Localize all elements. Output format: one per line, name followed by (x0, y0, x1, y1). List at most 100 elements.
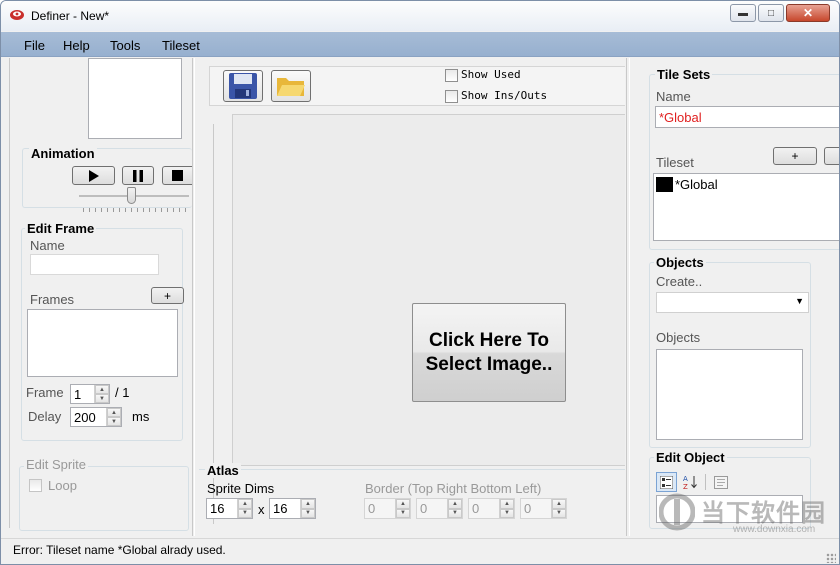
loop-checkbox[interactable] (29, 479, 42, 492)
save-button[interactable] (223, 70, 263, 102)
frame-total: / 1 (115, 385, 130, 400)
tileset-name-input[interactable]: *Global (655, 106, 839, 128)
loop-label: Loop (48, 478, 77, 493)
border-top-stepper[interactable]: 0 ▲ ▼ (364, 498, 411, 519)
menu-tileset[interactable]: Tileset (162, 38, 200, 53)
categorized-view-button[interactable] (656, 472, 677, 492)
close-icon: ✕ (802, 6, 814, 20)
status-bar: Error: Tileset name *Global alrady used. (1, 538, 839, 564)
minimize-button[interactable]: ▬ (730, 4, 756, 22)
stop-icon (172, 170, 183, 181)
frame-name-input[interactable] (30, 254, 159, 275)
border-right-arrows[interactable]: ▲ ▼ (447, 499, 462, 518)
delay-unit: ms (132, 409, 150, 424)
delay-arrows[interactable]: ▲ ▼ (106, 408, 121, 426)
up-arrow-icon[interactable]: ▲ (95, 385, 109, 394)
down-arrow-icon[interactable]: ▼ (238, 508, 252, 518)
toolbar-separator (705, 474, 706, 490)
alphabetical-view-button[interactable]: A Z (680, 472, 701, 492)
show-used-checkbox[interactable] (445, 69, 458, 82)
up-arrow-icon[interactable]: ▲ (301, 499, 315, 509)
slider-ticks (83, 208, 189, 212)
border-bottom-arrows[interactable]: ▲ ▼ (499, 499, 514, 518)
tileset-list[interactable]: *Global (653, 173, 839, 241)
add-frame-button[interactable]: + (151, 287, 184, 304)
up-arrow-icon[interactable]: ▲ (448, 499, 462, 509)
sprite-height-stepper[interactable]: 16 ▲ ▼ (269, 498, 316, 519)
animation-slider-thumb[interactable] (127, 187, 136, 204)
right-panel: Tile Sets Name *Global Tileset + *Global… (643, 58, 839, 536)
sprite-height-arrows[interactable]: ▲ ▼ (300, 499, 315, 518)
frame-index-arrows[interactable]: ▲ ▼ (94, 385, 109, 403)
border-left-value: 0 (524, 501, 532, 516)
up-arrow-icon[interactable]: ▲ (238, 499, 252, 509)
up-arrow-icon[interactable]: ▲ (107, 408, 121, 417)
frames-list[interactable] (27, 309, 178, 377)
menu-file[interactable]: File (24, 38, 45, 53)
down-arrow-icon[interactable]: ▼ (107, 417, 121, 426)
maximize-icon: □ (767, 7, 775, 19)
down-arrow-icon[interactable]: ▼ (95, 394, 109, 403)
down-arrow-icon[interactable]: ▼ (500, 508, 514, 518)
frame-index-value: 1 (74, 387, 82, 402)
center-panel: Show Used Show Ins/Outs Click Here To Se… (197, 58, 625, 536)
stop-button[interactable] (162, 166, 192, 185)
watermark-name: 当下软件园 (701, 500, 826, 527)
pause-button[interactable] (122, 166, 154, 185)
border-top-arrows[interactable]: ▲ ▼ (395, 499, 410, 518)
watermark-logo-icon (659, 493, 695, 531)
left-splitter[interactable] (192, 58, 195, 536)
remove-tileset-button[interactable] (824, 147, 839, 165)
select-image-button[interactable]: Click Here To Select Image.. (412, 303, 566, 402)
up-arrow-icon[interactable]: ▲ (396, 499, 410, 509)
sprite-preview (88, 58, 182, 139)
categorized-icon (660, 475, 673, 489)
app-logo-icon (10, 10, 24, 20)
left-scroll-track (9, 58, 11, 528)
play-icon (88, 169, 99, 182)
left-panel: Animation Edit Frame Name Frames + Frame… (9, 58, 192, 536)
tileset-list-item[interactable]: *Global (675, 177, 718, 192)
delay-stepper[interactable]: 200 ▲ ▼ (70, 407, 122, 427)
sprite-height-value: 16 (273, 501, 288, 516)
tileset-color-swatch (656, 177, 673, 192)
title-bar: Definer - New* ▬ □ ✕ (1, 1, 839, 31)
show-ins-outs-label: Show Ins/Outs (461, 89, 548, 102)
right-splitter[interactable] (626, 58, 630, 536)
objects-list[interactable] (656, 349, 803, 440)
resize-grip[interactable] (826, 553, 836, 563)
down-arrow-icon[interactable]: ▼ (448, 508, 462, 518)
up-arrow-icon[interactable]: ▲ (500, 499, 514, 509)
pause-icon (133, 169, 143, 182)
border-right-value: 0 (420, 501, 428, 516)
status-message: Error: Tileset name *Global alrady used. (13, 543, 226, 557)
close-button[interactable]: ✕ (786, 4, 830, 22)
watermark: 当下软件园 www.downxia.com (657, 491, 837, 537)
property-pages-button[interactable] (711, 472, 731, 492)
create-object-dropdown[interactable]: ▼ (656, 292, 809, 313)
border-left-stepper[interactable]: 0 ▲ ▼ (520, 498, 567, 519)
border-right-stepper[interactable]: 0 ▲ ▼ (416, 498, 463, 519)
sprite-width-stepper[interactable]: 16 ▲ ▼ (206, 498, 253, 519)
save-icon (229, 73, 257, 99)
show-ins-outs-checkbox[interactable] (445, 90, 458, 103)
up-arrow-icon[interactable]: ▲ (552, 499, 566, 509)
menu-help[interactable]: Help (63, 38, 90, 53)
down-arrow-icon[interactable]: ▼ (552, 508, 566, 518)
edit-sprite-title: Edit Sprite (24, 457, 88, 472)
app-window: Definer - New* ▬ □ ✕ File Help Tools Til… (0, 0, 840, 565)
maximize-button[interactable]: □ (758, 4, 784, 22)
down-arrow-icon[interactable]: ▼ (396, 508, 410, 518)
border-left-arrows[interactable]: ▲ ▼ (551, 499, 566, 518)
sprite-width-arrows[interactable]: ▲ ▼ (237, 499, 252, 518)
play-button[interactable] (72, 166, 115, 185)
menu-tools[interactable]: Tools (110, 38, 140, 53)
add-tileset-button[interactable]: + (773, 147, 817, 165)
border-bottom-stepper[interactable]: 0 ▲ ▼ (468, 498, 515, 519)
frame-index-stepper[interactable]: 1 ▲ ▼ (70, 384, 110, 404)
open-folder-button[interactable] (271, 70, 311, 102)
down-arrow-icon[interactable]: ▼ (301, 508, 315, 518)
image-canvas[interactable] (232, 114, 625, 466)
objects-list-label: Objects (656, 330, 701, 345)
show-used-label: Show Used (461, 68, 521, 81)
